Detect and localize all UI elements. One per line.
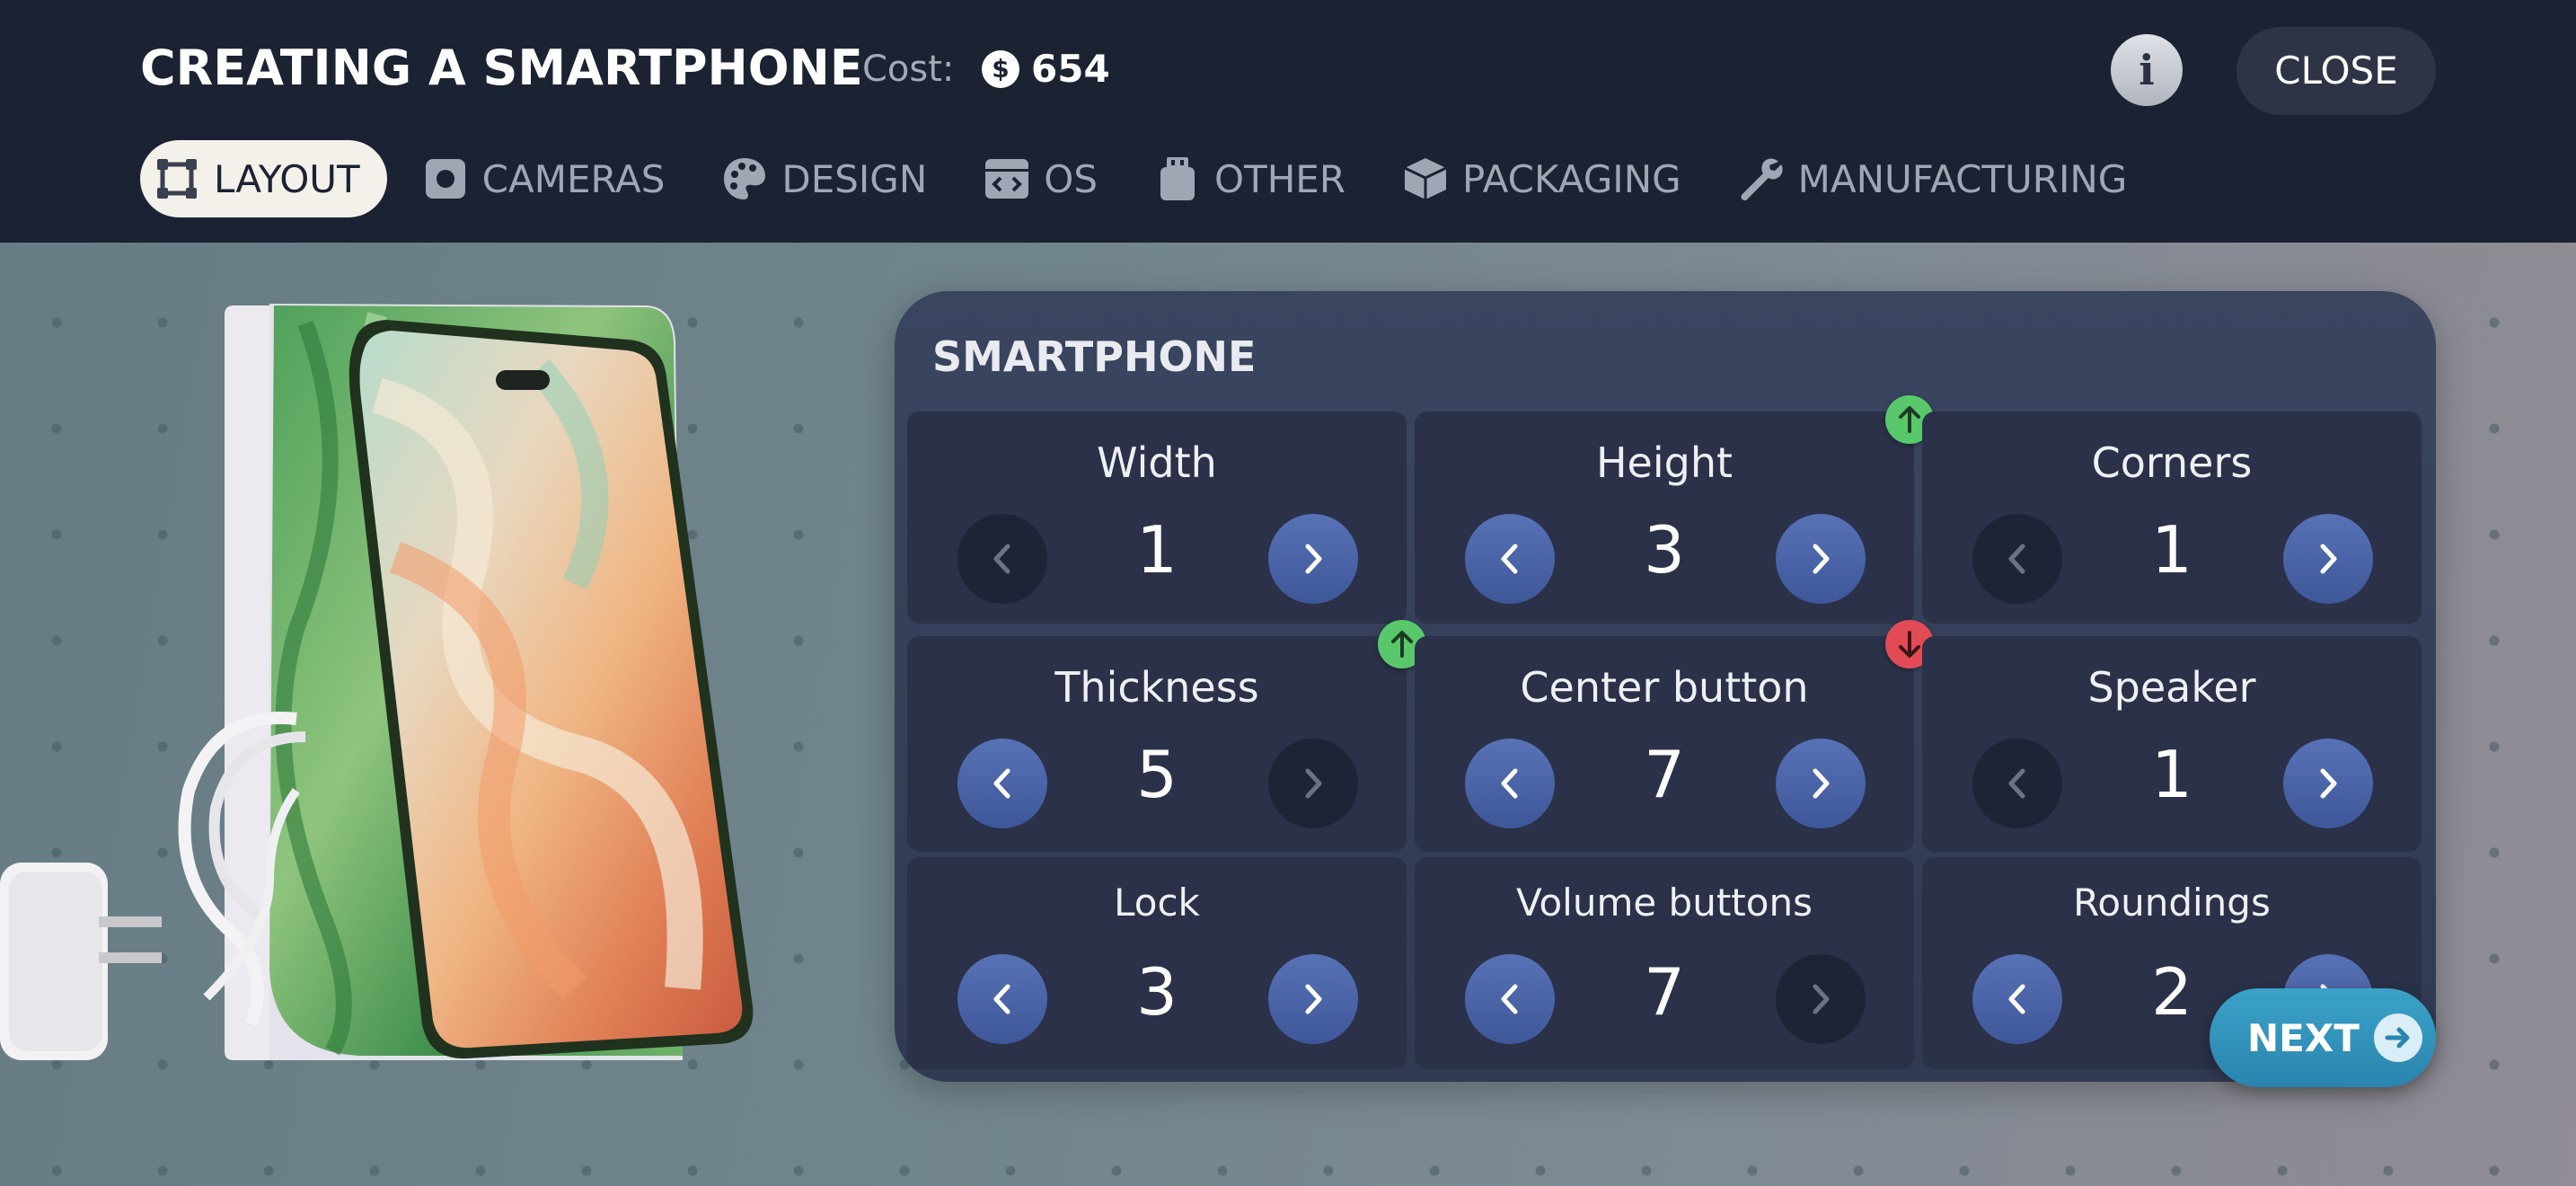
setting-label: Width bbox=[1097, 438, 1217, 487]
decrease-button[interactable] bbox=[1465, 739, 1555, 828]
tab-label: CAMERAS bbox=[481, 156, 666, 201]
tab-cameras[interactable]: CAMERAS bbox=[407, 140, 691, 217]
increase-button[interactable] bbox=[1776, 514, 1866, 604]
setting-width: Width 1 bbox=[907, 412, 1407, 624]
tab-label: DESIGN bbox=[781, 156, 928, 201]
chevron-right-icon bbox=[1813, 768, 1830, 799]
top-bar: CREATING A SMARTPHONE Cost: $ 654 i CLOS… bbox=[0, 0, 2576, 243]
chevron-left-icon bbox=[1501, 984, 1518, 1014]
decrease-button[interactable] bbox=[1972, 739, 2062, 828]
cost-label: Cost: bbox=[862, 49, 955, 90]
chevron-right-icon bbox=[1305, 984, 1322, 1014]
setting-label: Speaker bbox=[2087, 663, 2256, 712]
cost-value: 654 bbox=[1031, 47, 1110, 91]
next-button[interactable]: NEXT bbox=[2210, 988, 2436, 1087]
chevron-left-icon bbox=[993, 544, 1010, 574]
increase-button[interactable] bbox=[1268, 514, 1358, 604]
increase-button[interactable] bbox=[1776, 954, 1866, 1044]
decrease-button[interactable] bbox=[1465, 514, 1555, 604]
decrease-button[interactable] bbox=[957, 954, 1047, 1044]
setting-label: Corners bbox=[2091, 438, 2253, 487]
tab-os[interactable]: OS bbox=[968, 140, 1123, 217]
setting-volume-buttons: Volume buttons 7 bbox=[1415, 857, 1914, 1069]
increase-button[interactable] bbox=[1776, 739, 1866, 828]
decrease-button[interactable] bbox=[1972, 514, 2062, 604]
smartphone-preview-image bbox=[0, 304, 754, 1060]
tab-design[interactable]: DESIGN bbox=[706, 140, 952, 217]
tab-label: PACKAGING bbox=[1462, 156, 1681, 201]
tab-label: MANUFACTURING bbox=[1797, 156, 2128, 201]
box-icon bbox=[1403, 156, 1448, 201]
setting-height: Height 3 bbox=[1415, 412, 1914, 624]
setting-center-button: Center button 7 bbox=[1415, 636, 1914, 852]
increase-button[interactable] bbox=[2283, 739, 2373, 828]
setting-lock: Lock 3 bbox=[907, 857, 1407, 1069]
chevron-right-icon bbox=[2320, 544, 2337, 574]
setting-label: Lock bbox=[1114, 881, 1200, 925]
chevron-right-icon bbox=[1813, 984, 1830, 1014]
wrench-icon bbox=[1739, 156, 1784, 201]
chevron-left-icon bbox=[2008, 984, 2025, 1014]
decrease-button[interactable] bbox=[1972, 954, 2062, 1044]
setting-label: Height bbox=[1595, 438, 1734, 487]
chevron-left-icon bbox=[1501, 544, 1518, 574]
decrease-button[interactable] bbox=[957, 514, 1047, 604]
next-label: NEXT bbox=[2247, 1015, 2360, 1060]
setting-label: Roundings bbox=[2073, 881, 2271, 925]
palette-icon bbox=[722, 156, 767, 201]
chevron-left-icon bbox=[1501, 768, 1518, 799]
info-button[interactable]: i bbox=[2111, 34, 2183, 106]
chip-icon bbox=[1155, 156, 1200, 201]
chevron-left-icon bbox=[993, 768, 1010, 799]
code-window-icon bbox=[984, 156, 1029, 201]
tab-label: LAYOUT bbox=[214, 156, 360, 201]
chevron-right-icon bbox=[1305, 768, 1322, 799]
camera-icon bbox=[423, 156, 468, 201]
smartphone-settings-panel: SMARTPHONE Width 1 Height 3 Corners 1 Thicknes… bbox=[895, 291, 2436, 1082]
setting-corners: Corners 1 bbox=[1922, 412, 2422, 624]
coin-icon: $ bbox=[982, 50, 1019, 88]
setting-label: Volume buttons bbox=[1516, 881, 1813, 925]
page-title: CREATING A SMARTPHONE bbox=[140, 40, 863, 96]
close-button[interactable]: CLOSE bbox=[2236, 27, 2436, 115]
arrow-right-icon bbox=[2373, 1013, 2422, 1062]
setting-speaker: Speaker 1 bbox=[1922, 636, 2422, 852]
chevron-right-icon bbox=[1813, 544, 1830, 574]
tab-label: OTHER bbox=[1213, 156, 1345, 201]
tab-packaging[interactable]: PACKAGING bbox=[1387, 140, 1707, 217]
tab-manufacturing[interactable]: MANUFACTURING bbox=[1723, 140, 2153, 217]
tab-layout[interactable]: LAYOUT bbox=[140, 140, 387, 217]
chevron-left-icon bbox=[993, 984, 1010, 1014]
decrease-button[interactable] bbox=[957, 739, 1047, 828]
increase-button[interactable] bbox=[1268, 954, 1358, 1044]
setting-thickness: Thickness 5 bbox=[907, 636, 1407, 852]
panel-title: SMARTPHONE bbox=[932, 332, 1257, 381]
chevron-right-icon bbox=[2320, 768, 2337, 799]
setting-label: Center button bbox=[1520, 663, 1809, 712]
tab-label: OS bbox=[1044, 156, 1098, 201]
chevron-right-icon bbox=[1305, 544, 1322, 574]
chevron-left-icon bbox=[2008, 544, 2025, 574]
decrease-button[interactable] bbox=[1465, 954, 1555, 1044]
increase-button[interactable] bbox=[1268, 739, 1358, 828]
increase-button[interactable] bbox=[2283, 514, 2373, 604]
layout-icon bbox=[154, 156, 199, 201]
setting-label: Thickness bbox=[1054, 663, 1259, 712]
chevron-left-icon bbox=[2008, 768, 2025, 799]
tab-bar: LAYOUT CAMERAS DESIGN OS OTHER PACKAGING… bbox=[140, 140, 2168, 217]
tab-other[interactable]: OTHER bbox=[1139, 140, 1371, 217]
